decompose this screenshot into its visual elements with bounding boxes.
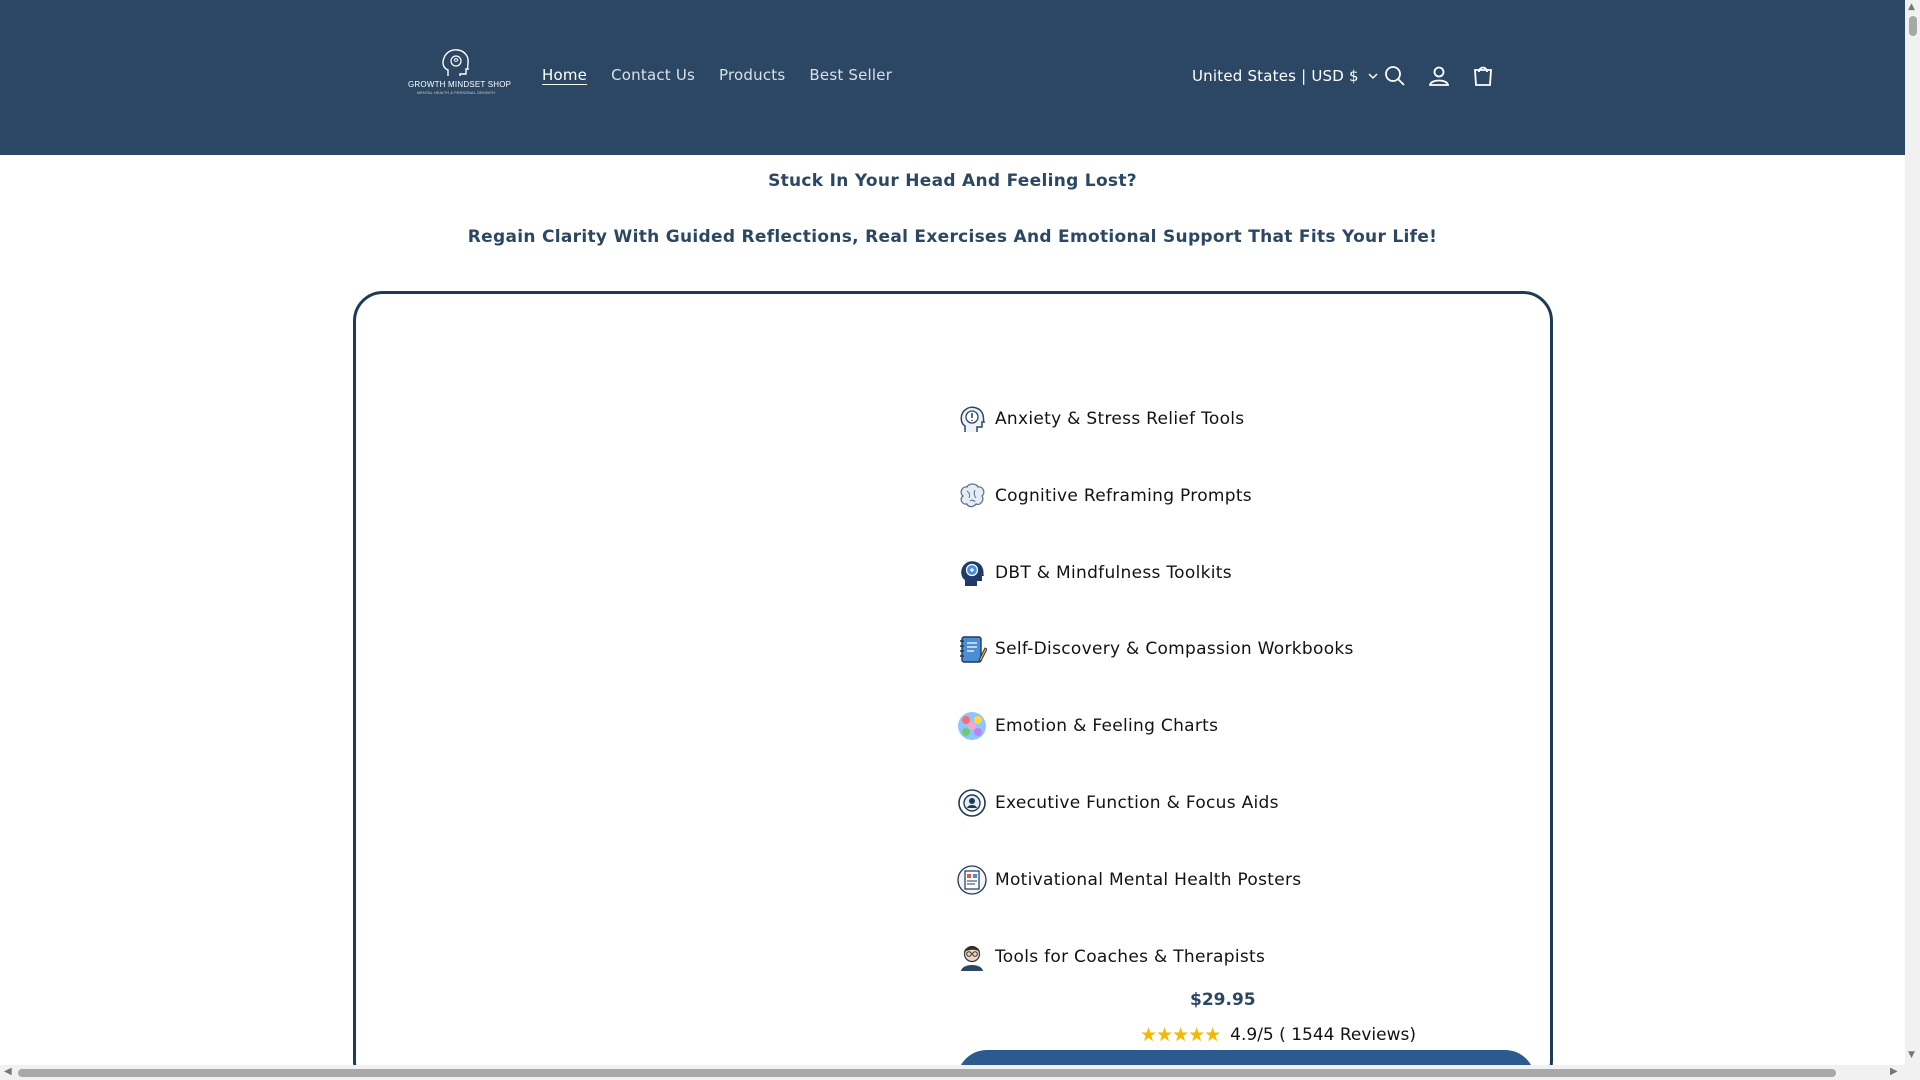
rating-text: 4.9/5 ( 1544 Reviews) <box>1230 1025 1417 1045</box>
chevron-down-icon <box>1368 73 1378 80</box>
feature-label: Motivational Mental Health Posters <box>995 870 1302 890</box>
scroll-right-icon[interactable]: ▶ <box>1890 1066 1898 1077</box>
therapist-icon <box>957 942 987 972</box>
mindful-head-icon <box>957 558 987 588</box>
feature-item: DBT & Mindfulness Toolkits <box>957 558 1232 588</box>
feature-label: Cognitive Reframing Prompts <box>995 486 1252 506</box>
emotions-chart-icon <box>957 711 987 741</box>
main-nav: Home Contact Us Products Best Seller <box>542 66 892 84</box>
product-rating: ★★★★★ 4.9/5 ( 1544 Reviews) <box>1140 1024 1416 1046</box>
cart-icon[interactable] <box>1471 64 1495 88</box>
nav-home[interactable]: Home <box>542 66 587 84</box>
account-icon[interactable] <box>1427 64 1451 88</box>
search-icon[interactable] <box>1383 64 1407 88</box>
horizontal-scrollbar[interactable]: ◀ ▶ <box>0 1065 1905 1080</box>
locale-label: United States | USD $ <box>1192 67 1359 85</box>
nav-best-seller[interactable]: Best Seller <box>809 66 892 84</box>
vertical-scroll-thumb[interactable] <box>1909 16 1917 36</box>
product-card <box>353 291 1553 1080</box>
poster-icon <box>957 865 987 895</box>
site-header: GROWTH MINDSET SHOP MENTAL HEALTH & PERS… <box>0 0 1905 155</box>
feature-item: Executive Function & Focus Aids <box>957 788 1279 818</box>
vertical-scrollbar[interactable]: ▲ ▼ <box>1905 0 1920 1080</box>
feature-label: Anxiety & Stress Relief Tools <box>995 409 1245 429</box>
scroll-up-icon[interactable]: ▲ <box>1908 2 1915 12</box>
scroll-left-icon[interactable]: ◀ <box>4 1066 12 1077</box>
brain-icon <box>957 481 987 511</box>
feature-item: Motivational Mental Health Posters <box>957 865 1301 895</box>
feature-label: Tools for Coaches & Therapists <box>995 947 1266 967</box>
anxiety-head-icon <box>957 404 987 434</box>
feature-item: Self-Discovery & Compassion Workbooks <box>957 634 1354 664</box>
feature-item: Cognitive Reframing Prompts <box>957 481 1252 511</box>
product-price: $29.95 <box>1190 990 1256 1010</box>
feature-item: Tools for Coaches & Therapists <box>957 942 1265 972</box>
focus-target-icon <box>957 788 987 818</box>
nav-products[interactable]: Products <box>719 66 785 84</box>
feature-label: DBT & Mindfulness Toolkits <box>995 563 1232 583</box>
logo-tagline: MENTAL HEALTH & PERSONAL GROWTH <box>416 90 496 95</box>
feature-item: Anxiety & Stress Relief Tools <box>957 404 1244 434</box>
hero-headline: Stuck In Your Head And Feeling Lost? <box>768 171 1137 191</box>
logo[interactable]: GROWTH MINDSET SHOP MENTAL HEALTH & PERS… <box>408 48 512 104</box>
scroll-down-icon[interactable]: ▼ <box>1908 1050 1915 1060</box>
locale-selector[interactable]: United States | USD $ <box>1192 67 1379 85</box>
feature-label: Emotion & Feeling Charts <box>995 716 1219 736</box>
hero-subheadline: Regain Clarity With Guided Reflections, … <box>467 227 1438 247</box>
logo-head-icon <box>442 49 470 76</box>
feature-label: Executive Function & Focus Aids <box>995 793 1279 813</box>
header-actions <box>1383 64 1495 88</box>
nav-contact-us[interactable]: Contact Us <box>611 66 695 84</box>
rating-stars-icon: ★★★★★ <box>1140 1024 1221 1046</box>
notebook-icon <box>957 634 988 664</box>
logo-name: GROWTH MINDSET SHOP <box>408 80 512 89</box>
feature-label: Self-Discovery & Compassion Workbooks <box>995 639 1354 659</box>
horizontal-scroll-thumb[interactable] <box>18 1069 1836 1077</box>
feature-item: Emotion & Feeling Charts <box>957 711 1218 741</box>
